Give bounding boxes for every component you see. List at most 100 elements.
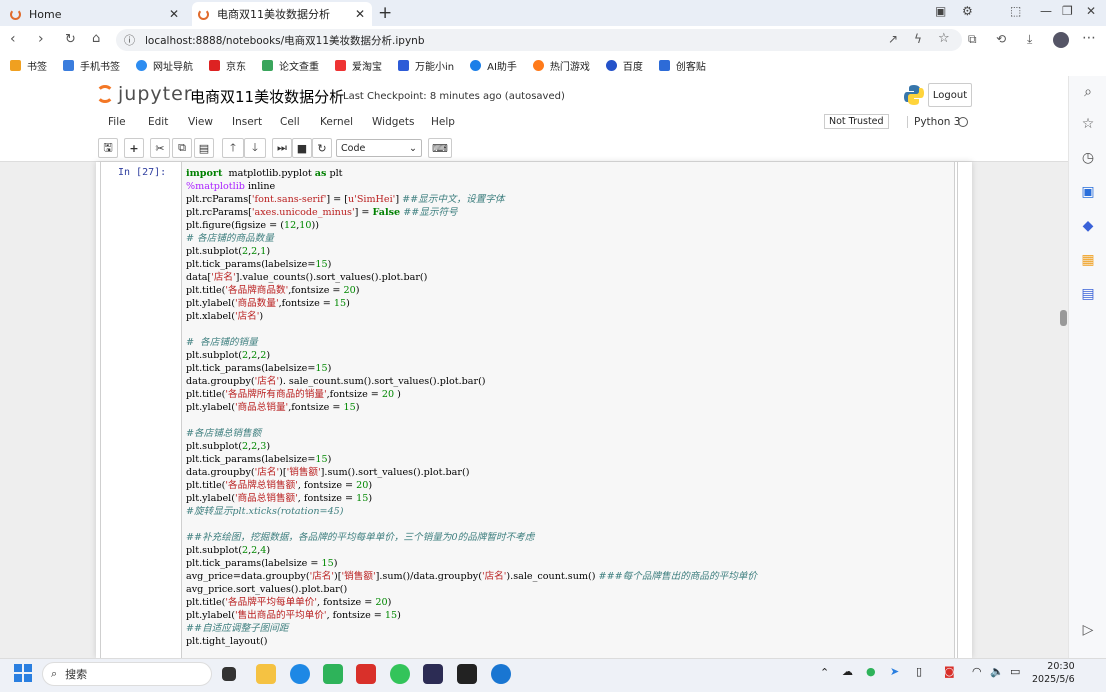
back-icon[interactable]: ‹ bbox=[10, 31, 16, 47]
info-icon[interactable]: ⓘ bbox=[124, 32, 135, 48]
tab-search-icon[interactable]: ▣ bbox=[935, 4, 946, 18]
avatar[interactable] bbox=[1053, 32, 1069, 48]
file-explorer-icon[interactable] bbox=[256, 664, 276, 684]
cut-icon[interactable]: ✂ bbox=[150, 138, 170, 158]
jupyter-favicon-icon bbox=[10, 8, 21, 20]
ime-icon[interactable]: ▯ bbox=[916, 665, 922, 678]
forward-icon[interactable]: › bbox=[38, 31, 44, 47]
tab-home[interactable]: Home ✕ bbox=[4, 2, 186, 26]
bookmark-item[interactable]: 百度 bbox=[605, 58, 643, 73]
task-view-icon[interactable] bbox=[222, 667, 236, 681]
wechat-tray-icon[interactable]: ● bbox=[866, 665, 876, 678]
bookmark-item[interactable]: AI助手 bbox=[470, 58, 517, 73]
copy-icon[interactable]: ⧉ bbox=[172, 138, 192, 158]
history-clock-icon[interactable]: ◷ bbox=[1080, 150, 1096, 166]
star-icon[interactable]: ☆ bbox=[938, 31, 950, 46]
bookmark-game-icon bbox=[532, 59, 544, 71]
tab-notebook[interactable]: 电商双11美妆数据分析 ✕ bbox=[192, 2, 372, 26]
collapse-sidebar-icon[interactable]: ▷ bbox=[1080, 622, 1096, 638]
toolbox-icon[interactable]: ▦ bbox=[1080, 252, 1096, 268]
menu-help[interactable]: Help bbox=[431, 116, 455, 128]
pycharm-icon[interactable] bbox=[423, 664, 443, 684]
new-tab-icon[interactable]: + bbox=[378, 3, 392, 23]
add-cell-icon[interactable]: + bbox=[124, 138, 144, 158]
volume-icon[interactable]: 🔈 bbox=[990, 665, 1004, 678]
save-icon[interactable]: 🖫 bbox=[98, 138, 118, 158]
search-icon[interactable]: ⌕ bbox=[1080, 84, 1096, 100]
taskbar-search-input[interactable]: ⌕ 搜索 bbox=[42, 662, 212, 686]
code-token: '店名' bbox=[254, 467, 280, 478]
extensions-puzzle-icon[interactable]: ⧉ bbox=[968, 32, 977, 47]
battery-icon[interactable]: ▭ bbox=[1010, 665, 1020, 678]
taskbar-clock[interactable]: 20:30 2025/5/6 bbox=[1032, 660, 1075, 686]
url-input[interactable]: ⓘ localhost:8888/notebooks/电商双11美妆数据分析.i… bbox=[116, 29, 962, 51]
bookmark-item[interactable]: 网址导航 bbox=[136, 58, 193, 73]
bookmark-item[interactable]: 万能小in bbox=[398, 58, 454, 73]
menu-insert[interactable]: Insert bbox=[232, 116, 262, 128]
edge-icon[interactable] bbox=[290, 664, 310, 684]
bookmark-item[interactable]: 爱淘宝 bbox=[335, 58, 382, 73]
download-icon[interactable]: ⤓ bbox=[1027, 32, 1032, 47]
close-icon[interactable]: ✕ bbox=[354, 7, 366, 21]
menu-cell[interactable]: Cell bbox=[280, 116, 300, 128]
code-token: ,fontsize = bbox=[326, 389, 382, 400]
menu-edit[interactable]: Edit bbox=[148, 116, 168, 128]
cell-type-select[interactable]: Code ⌄ bbox=[336, 139, 422, 157]
code-token: '各品牌商品数' bbox=[225, 285, 289, 296]
windows-start-icon[interactable] bbox=[14, 664, 32, 682]
history-icon[interactable]: ⟲ bbox=[996, 32, 1006, 46]
ai-icon[interactable]: ▣ bbox=[1080, 184, 1096, 200]
keyboard-icon[interactable]: ⌨ bbox=[428, 138, 452, 158]
favorites-icon[interactable]: ☆ bbox=[1080, 116, 1096, 132]
jupyter-logo[interactable]: jupyter bbox=[96, 83, 193, 105]
extensions-icon[interactable]: ⚙ bbox=[962, 4, 973, 18]
share-icon[interactable]: ↗ bbox=[888, 32, 898, 46]
move-up-icon[interactable]: 🡑 bbox=[222, 138, 244, 158]
chevron-up-icon[interactable]: ⌃ bbox=[820, 666, 829, 679]
menu-file[interactable]: File bbox=[108, 116, 126, 128]
menu-kernel[interactable]: Kernel bbox=[320, 116, 353, 128]
trust-indicator[interactable]: Not Trusted bbox=[824, 114, 889, 129]
bookmark-item[interactable]: 京东 bbox=[209, 58, 246, 73]
cloud-icon[interactable]: ☁ bbox=[842, 665, 853, 678]
bookmark-item[interactable]: 创客贴 bbox=[658, 58, 706, 73]
bookmark-item[interactable]: 手机书签 bbox=[63, 58, 120, 73]
paste-icon[interactable]: ▤ bbox=[194, 138, 214, 158]
reload-icon[interactable]: ↻ bbox=[65, 32, 76, 47]
code-text[interactable]: import matplotlib.pyplot as plt %matplotl… bbox=[186, 167, 757, 648]
code-token: ) bbox=[368, 480, 373, 491]
run-icon[interactable]: ⏭ bbox=[272, 138, 292, 158]
logout-button[interactable]: Logout bbox=[928, 83, 972, 107]
game-icon[interactable]: ◆ bbox=[1080, 218, 1096, 234]
wechat-icon[interactable] bbox=[390, 664, 410, 684]
lightning-icon[interactable]: ϟ bbox=[914, 32, 922, 46]
bookmark-item[interactable]: 热门游戏 bbox=[532, 58, 590, 73]
terminal-icon[interactable] bbox=[457, 664, 477, 684]
more-icon[interactable]: ⋯ bbox=[1082, 30, 1096, 46]
bookmark-item[interactable]: 书签 bbox=[10, 58, 47, 73]
pin-icon[interactable]: ⬚ bbox=[1010, 4, 1021, 18]
send-icon[interactable]: ➤ bbox=[890, 665, 899, 678]
home-icon[interactable]: ⌂ bbox=[92, 31, 100, 46]
restart-icon[interactable]: ↻ bbox=[312, 138, 332, 158]
stop-icon[interactable]: ■ bbox=[292, 138, 312, 158]
menu-widgets[interactable]: Widgets bbox=[372, 116, 414, 128]
window-close-icon[interactable]: ✕ bbox=[1086, 4, 1096, 18]
translate-icon[interactable]: ▤ bbox=[1080, 286, 1096, 302]
notebook-title[interactable]: 电商双11美妆数据分析 bbox=[190, 86, 344, 107]
wps-icon[interactable] bbox=[356, 664, 376, 684]
wps-tray-icon[interactable]: ◙ bbox=[944, 665, 955, 678]
store-icon[interactable] bbox=[323, 664, 343, 684]
menu-view[interactable]: View bbox=[188, 116, 213, 128]
close-icon[interactable]: ✕ bbox=[168, 7, 180, 21]
maximize-icon[interactable]: ❐ bbox=[1062, 4, 1073, 18]
bookmark-item[interactable]: 论文查重 bbox=[262, 58, 319, 73]
browser-icon[interactable] bbox=[491, 664, 511, 684]
scrollbar-thumb[interactable] bbox=[1060, 310, 1067, 326]
code-line: ##自适应调整子图间距 bbox=[186, 622, 757, 635]
move-down-icon[interactable]: 🡓 bbox=[244, 138, 266, 158]
code-token: plt.subplot( bbox=[186, 350, 242, 361]
wifi-icon[interactable]: ◠ bbox=[972, 665, 982, 678]
minimize-icon[interactable]: — bbox=[1040, 4, 1052, 18]
